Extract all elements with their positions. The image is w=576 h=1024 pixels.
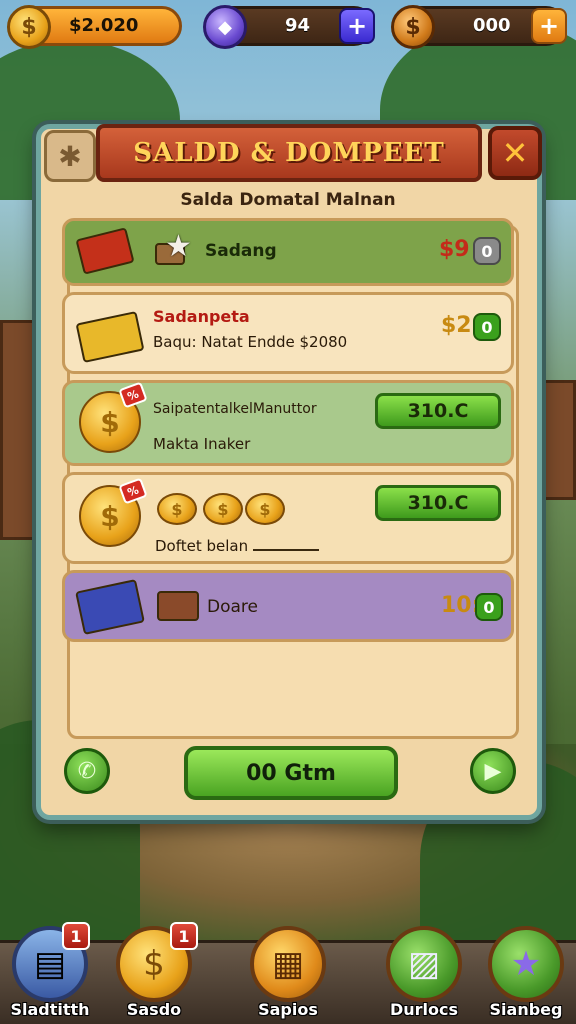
star-icon: ★: [165, 229, 192, 264]
close-button[interactable]: ✕: [488, 126, 542, 180]
row-subtext: Baqu: Natat Endde $2080: [153, 333, 348, 351]
row-label: SaipatentalkelManuttor: [153, 401, 317, 417]
next-button[interactable]: ▶: [470, 748, 516, 794]
nav-label: Sapios: [258, 1000, 318, 1019]
badge-icon: %: [118, 381, 148, 409]
gem-value: 94: [285, 15, 311, 36]
confirm-button[interactable]: 00 Gtm: [184, 746, 398, 800]
money-stack-icon: [75, 310, 145, 364]
add-coins-button[interactable]: +: [531, 8, 567, 44]
nav-item-3[interactable]: ▨ Durlocs: [374, 920, 474, 1024]
coin-icon: $: [391, 5, 435, 49]
nav-label: Durlocs: [389, 1000, 459, 1019]
buy-button[interactable]: 310.C: [375, 393, 501, 429]
play-icon: ▶: [484, 758, 502, 784]
buy-badge[interactable]: 0: [475, 593, 503, 621]
nav-item-0[interactable]: ▤ 1 Sladtitth: [0, 920, 100, 1024]
gold-coin-icon: $: [7, 5, 51, 49]
wallet-row-2[interactable]: Sadanpeta Baqu: Natat Endde $2080 $2 0: [62, 292, 514, 374]
gem-counter: ◆ 94 +: [203, 5, 375, 49]
coin-icon: $: [203, 493, 243, 525]
row-label: Sadang: [205, 241, 277, 261]
row-label: Doftet belan: [155, 537, 249, 555]
star-icon: ★: [488, 926, 564, 1002]
phone-icon: ✆: [77, 758, 97, 784]
badge-icon: %: [118, 477, 148, 505]
row-subtext: Makta Inaker: [153, 435, 251, 453]
lock-badge: 0: [473, 237, 501, 265]
row-label: Doare: [207, 597, 258, 617]
gear-icon: ✱: [58, 139, 82, 173]
row-price: $2: [441, 313, 472, 338]
plus-icon: +: [538, 12, 560, 40]
coin-icon: $: [245, 493, 285, 525]
panel-title: SALDD & DOMPEET: [133, 138, 445, 168]
row-label: Sadanpeta: [153, 307, 250, 326]
coin-value: 000: [473, 15, 511, 36]
wallet-row-4[interactable]: $ % $ $ $ Doftet belan 310.C: [62, 472, 514, 564]
coin-counter: $ 000 +: [391, 5, 567, 49]
nav-item-4[interactable]: ★ Sianbeg: [476, 920, 576, 1024]
nav-label: Sasdo: [126, 1000, 182, 1019]
money-stack-icon: ▦: [250, 926, 326, 1002]
wallet-row-3[interactable]: $ % SaipatentalkelManuttor Makta Inaker …: [62, 380, 514, 466]
nav-item-2[interactable]: ▦ Sapios: [238, 920, 338, 1024]
gold-value: $2.020: [69, 15, 139, 36]
wallet-row-5[interactable]: Doare 10: 0: [62, 570, 514, 642]
coin-icon: $: [157, 493, 197, 525]
panel-subtitle: Salda Domatal Malnan: [180, 190, 396, 210]
buy-button[interactable]: 310.C: [375, 485, 501, 521]
wallet-row-1[interactable]: ★ Sadang $9 0: [62, 218, 514, 286]
nav-label: Sladtitth: [10, 1000, 90, 1019]
plus-icon: +: [346, 12, 368, 40]
settings-button[interactable]: ✱: [44, 130, 96, 182]
notification-badge: 1: [170, 922, 198, 950]
notification-badge: 1: [62, 922, 90, 950]
cash-icon: [75, 227, 135, 275]
title-banner: SALDD & DOMPEET: [96, 124, 482, 182]
divider: [253, 549, 319, 551]
scroll-icon: [157, 591, 199, 621]
gem-icon: ◆: [203, 5, 247, 49]
add-gems-button[interactable]: +: [339, 8, 375, 44]
card-icon: [75, 579, 145, 635]
buy-badge[interactable]: 0: [473, 313, 501, 341]
scroll-icon: ▨: [386, 926, 462, 1002]
nav-label: Sianbeg: [489, 1000, 563, 1019]
close-icon: ✕: [501, 134, 529, 172]
nav-item-1[interactable]: $ 1 Sasdo: [104, 920, 204, 1024]
support-button[interactable]: ✆: [64, 748, 110, 794]
row-price: $9: [439, 237, 470, 262]
gold-counter: $ $2.020: [7, 5, 182, 49]
